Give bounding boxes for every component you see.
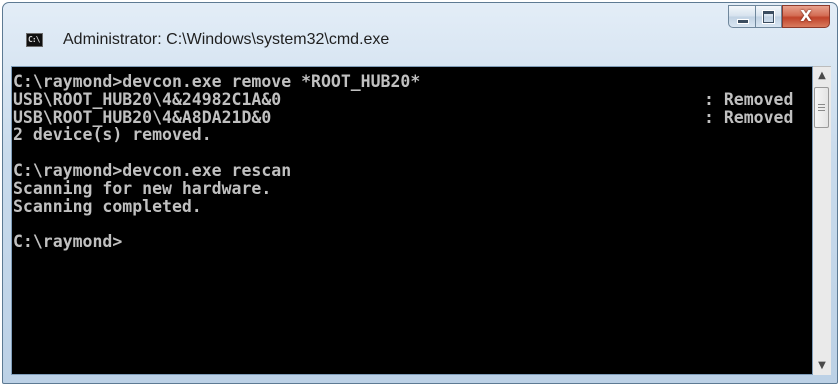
status-text: : Removed: [704, 107, 794, 127]
maximize-button[interactable]: [755, 5, 782, 28]
vertical-scrollbar[interactable]: ▲ ▼: [813, 66, 831, 375]
grip-line: [818, 110, 825, 111]
console-line: C:\raymond>: [13, 232, 123, 252]
console-output[interactable]: C:\raymond>devcon.exe remove *ROOT_HUB20…: [11, 66, 813, 375]
close-button[interactable]: X: [782, 5, 830, 28]
title-bar[interactable]: C:\ Administrator: C:\Windows\system32\c…: [3, 3, 837, 66]
console-line: C:\raymond>devcon.exe remove *ROOT_HUB20…: [13, 72, 421, 91]
minimize-icon: [737, 19, 749, 24]
grip-line: [818, 104, 825, 105]
console-line: 2 device(s) removed.: [13, 125, 212, 145]
scrollbar-thumb[interactable]: [814, 87, 829, 128]
maximize-icon: [763, 11, 774, 23]
cmd-icon[interactable]: C:\: [26, 33, 43, 47]
scroll-up-arrow-icon[interactable]: ▲: [813, 67, 831, 85]
close-icon: X: [800, 7, 812, 25]
console-line: USB\ROOT_HUB20\4&24982C1A&0: Removed: [13, 89, 794, 109]
status-text: : Removed: [704, 89, 794, 109]
window-title: Administrator: C:\Windows\system32\cmd.e…: [63, 31, 390, 48]
console-line: Scanning for new hardware.: [13, 178, 272, 198]
cmd-window: C:\ Administrator: C:\Windows\system32\c…: [2, 2, 838, 384]
console-line: C:\raymond>devcon.exe rescan: [13, 160, 292, 180]
minimize-button[interactable]: [728, 5, 755, 28]
caption-buttons: X: [728, 5, 830, 28]
console-line: USB\ROOT_HUB20\4&A8DA21D&0: Removed: [13, 107, 794, 127]
scroll-down-arrow-icon[interactable]: ▼: [813, 357, 831, 375]
console-line: Scanning completed.: [13, 196, 202, 216]
console-text: C:\raymond>devcon.exe remove *ROOT_HUB20…: [13, 72, 794, 252]
grip-line: [818, 107, 825, 108]
